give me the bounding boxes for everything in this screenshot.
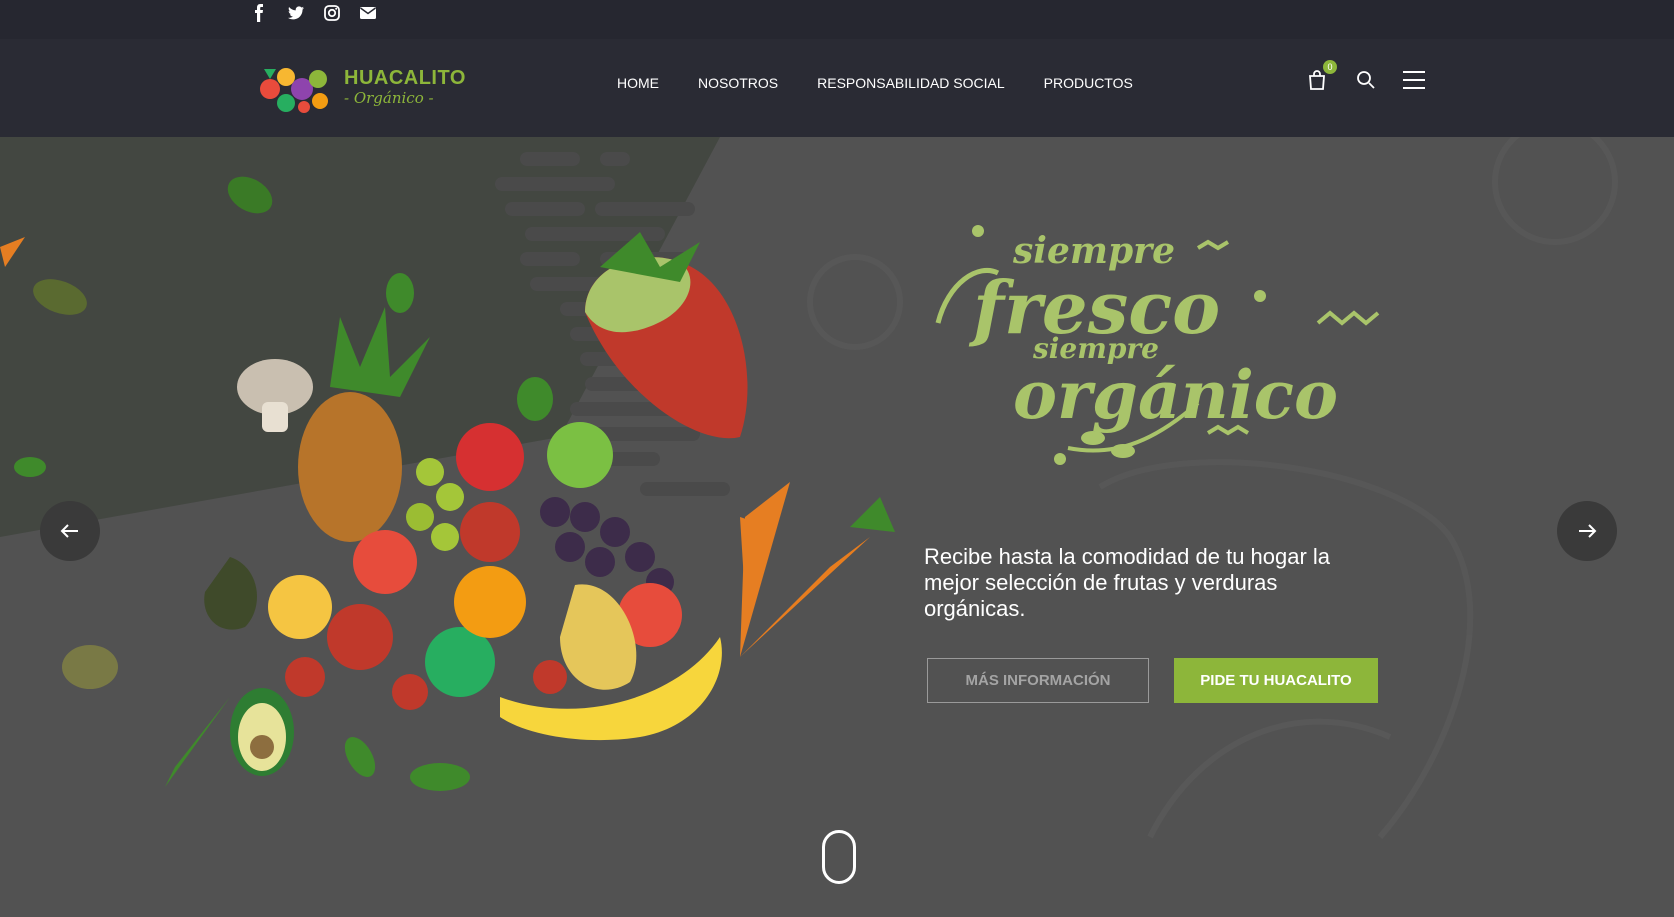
hero-slider: siempre fresco siempre orgánico Recibe h… — [0, 137, 1674, 917]
facebook-icon[interactable] — [250, 3, 270, 23]
scroll-down-mouse-icon[interactable] — [822, 830, 856, 884]
slider-next-button[interactable] — [1557, 501, 1617, 561]
fruit-basket-image — [0, 176, 895, 791]
envelope-icon[interactable] — [358, 3, 378, 23]
nav-home[interactable]: HOME — [617, 75, 659, 91]
main-navbar: HUACALITO - Orgánico - HOME NOSOTROS RES… — [0, 39, 1674, 137]
brand-logo[interactable]: HUACALITO - Orgánico - — [256, 57, 465, 117]
top-bar — [0, 0, 1674, 39]
hamburger-line — [1403, 71, 1425, 73]
logo-fruits-icon — [256, 59, 336, 115]
nav-productos[interactable]: PRODUCTOS — [1044, 75, 1133, 91]
cart-count-badge: 0 — [1323, 60, 1337, 74]
hamburger-line — [1403, 87, 1425, 89]
hamburger-line — [1403, 79, 1425, 81]
slider-prev-button[interactable] — [40, 501, 100, 561]
arrow-left-icon — [60, 524, 78, 538]
search-icon — [1357, 71, 1375, 89]
hero-description: Recibe hasta la comodidad de tu hogar la… — [924, 544, 1331, 621]
brand-title: HUACALITO — [344, 67, 466, 89]
brand-subtitle: - Orgánico - — [344, 89, 434, 107]
search-button[interactable] — [1354, 68, 1378, 92]
menu-toggle-button[interactable] — [1403, 71, 1425, 89]
more-info-button[interactable]: MÁS INFORMACIÓN — [927, 658, 1149, 703]
arrow-right-icon — [1579, 524, 1597, 538]
main-menu: HOME NOSOTROS RESPONSABILIDAD SOCIAL PRO… — [617, 75, 1133, 91]
instagram-icon[interactable] — [322, 3, 342, 23]
nav-responsabilidad-social[interactable]: RESPONSABILIDAD SOCIAL — [817, 75, 1005, 91]
order-button[interactable]: PIDE TU HUACALITO — [1174, 658, 1378, 703]
nav-nosotros[interactable]: NOSOTROS — [698, 75, 778, 91]
cart-button[interactable]: 0 — [1305, 60, 1337, 92]
twitter-icon[interactable] — [286, 3, 306, 23]
tagline-graphic: siempre fresco siempre orgánico — [935, 225, 1380, 465]
header-actions: 0 — [1305, 60, 1425, 92]
social-links — [250, 3, 378, 23]
